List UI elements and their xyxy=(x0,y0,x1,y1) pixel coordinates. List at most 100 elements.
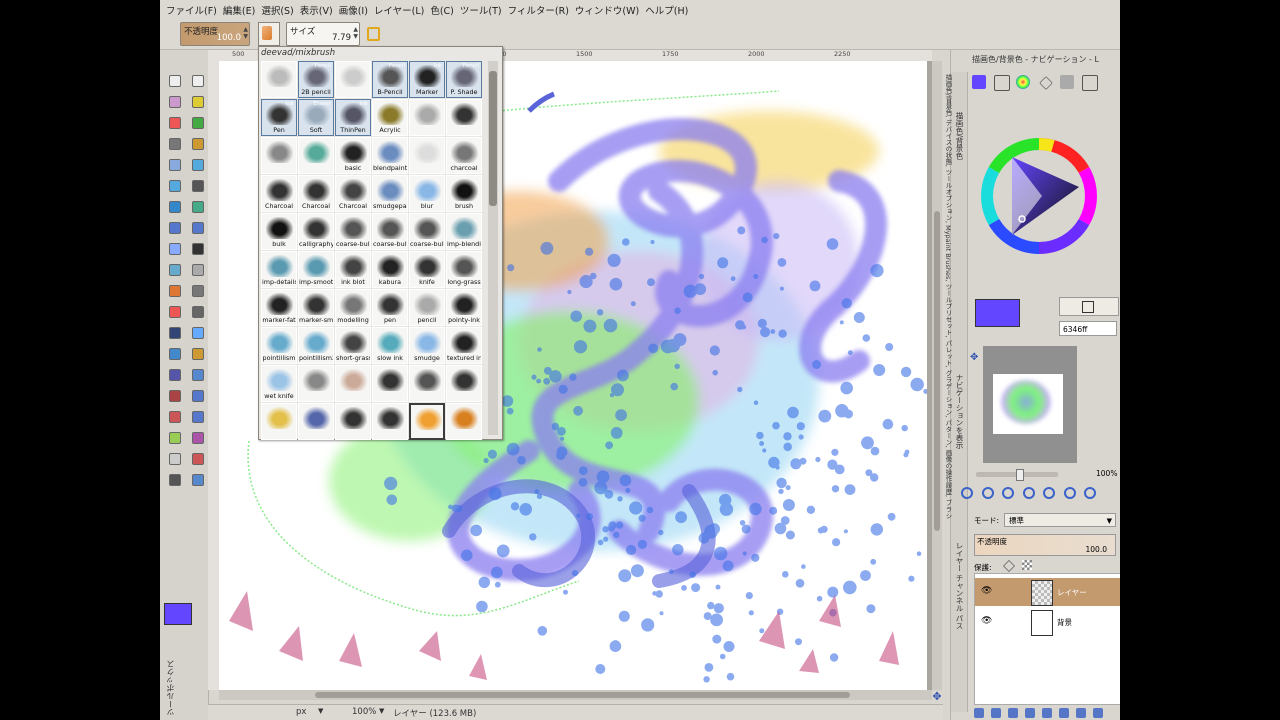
tool-icon[interactable] xyxy=(189,324,205,340)
spin-arrows-icon[interactable]: ▲ ▼ xyxy=(353,26,358,40)
chevron-down-icon[interactable]: ▼ xyxy=(1107,514,1112,528)
navigation-preview[interactable] xyxy=(983,346,1077,463)
horizontal-scroll-thumb[interactable] xyxy=(315,692,850,698)
tool-icon[interactable] xyxy=(166,198,182,214)
unit-select[interactable]: px xyxy=(296,707,306,717)
brush-preset[interactable]: blur xyxy=(409,175,445,212)
brush-preset[interactable]: pointillism xyxy=(261,327,297,364)
brush-preset[interactable]: Pencil 2B pencil xyxy=(298,61,334,98)
tool-icon[interactable] xyxy=(166,156,182,172)
menu-item[interactable]: ウィンドウ(W) xyxy=(575,3,639,17)
vertical-scroll-thumb[interactable] xyxy=(934,211,940,531)
tool-icon[interactable] xyxy=(189,240,205,256)
tool-icon[interactable] xyxy=(189,93,205,109)
menu-item[interactable]: フィルター(R) xyxy=(508,3,569,17)
tool-icon[interactable] xyxy=(166,114,182,130)
nav-zoom-slider[interactable] xyxy=(976,469,1058,481)
brush-preset[interactable]: modelling xyxy=(335,289,371,326)
outer-dock-tabs[interactable]: 描画色/背景色, デバイスの状態, ツールオプション, Mypaint Brus… xyxy=(943,74,953,519)
brush-preset[interactable]: Ink Marker xyxy=(409,61,445,98)
menu-item[interactable]: 画像(I) xyxy=(339,3,368,17)
brush-preset[interactable]: smudge xyxy=(409,327,445,364)
dock-fg-bg[interactable] xyxy=(972,296,1024,332)
brush-preset[interactable]: slow ink xyxy=(372,327,408,364)
zoom-icon[interactable] xyxy=(1002,487,1014,499)
color-wheel-icon[interactable] xyxy=(1016,75,1030,89)
tool-icon[interactable] xyxy=(166,177,182,193)
layer-opacity-spinner[interactable]: 不透明度 100.0 xyxy=(974,534,1116,556)
brush-preset[interactable] xyxy=(446,365,482,402)
brush-preset[interactable]: Ink Pen xyxy=(261,99,297,136)
brush-preset[interactable] xyxy=(446,403,482,440)
tool-icon[interactable] xyxy=(166,72,182,88)
brush-preset[interactable]: smudgepaint xyxy=(372,175,408,212)
tool-icon[interactable] xyxy=(189,345,205,361)
layer-action-icon[interactable] xyxy=(1059,708,1069,718)
brush-preset[interactable]: Charcoal xyxy=(335,175,371,212)
eye-icon[interactable]: 👁 xyxy=(981,616,992,626)
layer-action-icon[interactable] xyxy=(1042,708,1052,718)
brush-preset[interactable]: Charcoal xyxy=(261,175,297,212)
menu-item[interactable]: レイヤー(L) xyxy=(374,3,424,17)
brush-preset[interactable] xyxy=(372,365,408,402)
tool-icon[interactable] xyxy=(189,135,205,151)
vertical-scrollbar[interactable] xyxy=(932,61,942,690)
brush-preset[interactable]: knife xyxy=(409,251,445,288)
menu-item[interactable]: ファイル(F) xyxy=(166,3,217,17)
tool-icon[interactable] xyxy=(189,72,205,88)
brush-preset[interactable] xyxy=(261,403,297,440)
tool-icon[interactable] xyxy=(189,114,205,130)
brush-preset[interactable]: blendpaint xyxy=(372,137,408,174)
tool-icon[interactable] xyxy=(166,345,182,361)
brush-preset[interactable] xyxy=(298,137,334,174)
zoom-icon[interactable] xyxy=(961,487,973,499)
scales-icon[interactable] xyxy=(994,75,1010,91)
eyedropper-button[interactable] xyxy=(1059,297,1119,316)
brush-popup-scroll-thumb[interactable] xyxy=(489,71,497,206)
brush-preset[interactable]: wet knife xyxy=(261,365,297,402)
color-triangle[interactable] xyxy=(978,135,1104,257)
brush-preset[interactable]: imp-smooth xyxy=(298,251,334,288)
dock-vertical-tabs[interactable]: 描画色/背景色 ナビゲーションを表示 レイヤー チャンネル パス xyxy=(951,72,968,712)
nav-tab-label[interactable]: ナビゲーションを表示 xyxy=(954,374,965,449)
chevron-down-icon[interactable]: ▼ xyxy=(318,707,323,715)
brush-preset[interactable] xyxy=(372,403,408,440)
layer-action-icon[interactable] xyxy=(1093,708,1103,718)
brush-preset[interactable]: Pencil B-Pencil xyxy=(372,61,408,98)
fg-color-icon[interactable] xyxy=(972,75,986,89)
navigate-corner-icon[interactable]: ✥ xyxy=(932,690,942,703)
brush-preview-button[interactable] xyxy=(258,22,280,46)
layers-tab-label[interactable]: レイヤー チャンネル パス xyxy=(954,542,965,629)
tool-icon[interactable] xyxy=(166,471,182,487)
brush-preset[interactable]: Acrylic xyxy=(372,99,408,136)
tool-icon[interactable] xyxy=(189,366,205,382)
zoom-icon[interactable] xyxy=(1022,487,1035,499)
layer-action-icon[interactable] xyxy=(991,708,1001,718)
eye-icon[interactable]: 👁 xyxy=(981,586,992,596)
tool-icon[interactable] xyxy=(189,429,205,445)
zoom-icon[interactable] xyxy=(1043,487,1055,499)
tool-icon[interactable] xyxy=(189,408,205,424)
fg-bg-colors[interactable] xyxy=(164,603,204,637)
brush-preset[interactable]: coarse-bulk-1 xyxy=(335,213,371,250)
layer-row[interactable]: 👁 レイヤー xyxy=(975,578,1120,606)
nav-zoom-handle[interactable] xyxy=(1016,469,1024,481)
tool-icon[interactable] xyxy=(189,198,205,214)
tool-icon[interactable] xyxy=(166,219,182,235)
tool-icon[interactable] xyxy=(166,135,182,151)
lock-alpha-icon[interactable] xyxy=(1022,560,1032,570)
hex-input[interactable]: 6346ff xyxy=(1059,321,1117,336)
tool-icon[interactable] xyxy=(166,303,182,319)
brush-preset[interactable] xyxy=(446,99,482,136)
menu-item[interactable]: 表示(V) xyxy=(300,3,333,17)
brush-preset[interactable]: short-grass xyxy=(335,327,371,364)
mode-select[interactable]: 標準 ▼ xyxy=(1004,513,1116,527)
brush-preset[interactable] xyxy=(409,403,445,440)
brush-preset[interactable]: coarse-bulk-2 xyxy=(372,213,408,250)
size-spinner[interactable]: サイズ 7.79 ▲ ▼ xyxy=(286,22,360,46)
brush-preset[interactable] xyxy=(335,365,371,402)
brush-preset[interactable]: bulk xyxy=(261,213,297,250)
tool-icon[interactable] xyxy=(189,387,205,403)
tool-icon[interactable] xyxy=(189,303,205,319)
cmyk-icon[interactable] xyxy=(1082,75,1098,91)
